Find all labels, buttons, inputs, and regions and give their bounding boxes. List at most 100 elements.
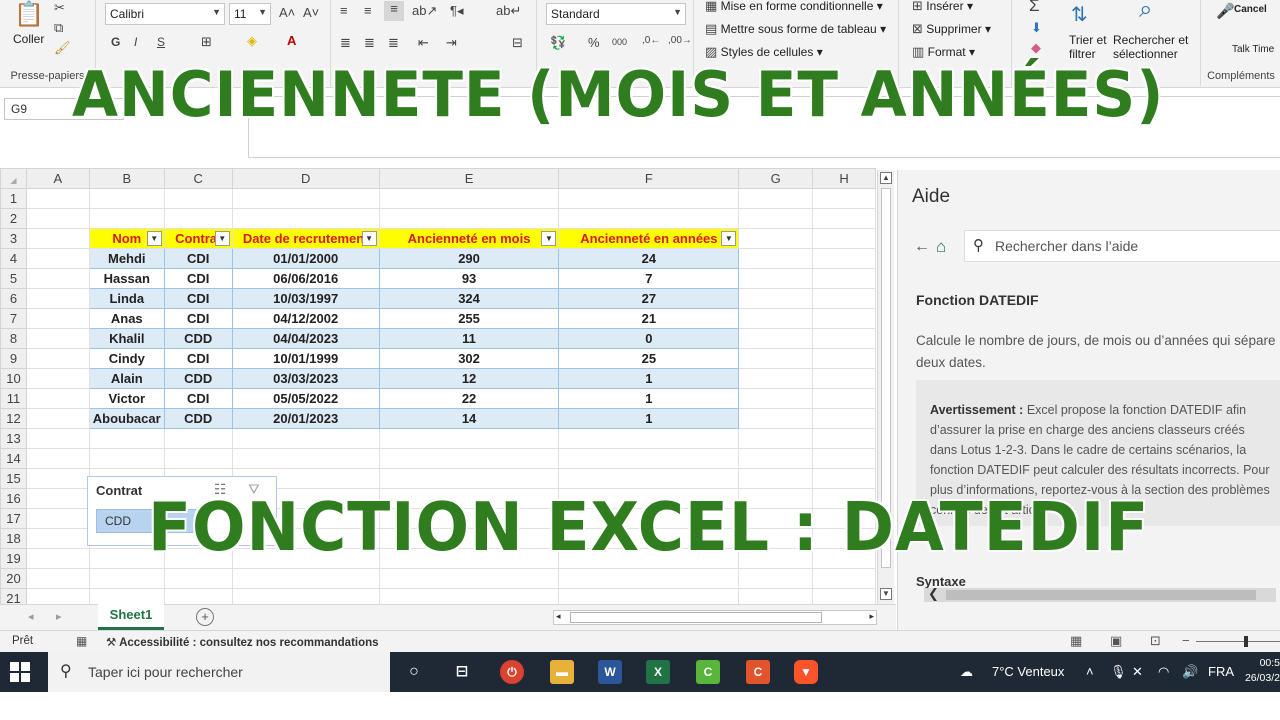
windows-start-icon[interactable] xyxy=(10,662,30,682)
table-cell[interactable]: 04/04/2023 xyxy=(231,328,380,349)
row-header[interactable]: 6 xyxy=(0,288,27,309)
grid-cell[interactable] xyxy=(25,568,90,589)
table-header-cell[interactable]: Nom ▼ xyxy=(88,228,165,249)
filter-dropdown-icon[interactable]: ▼ xyxy=(146,231,162,246)
row-header[interactable]: 8 xyxy=(0,328,27,349)
row-header[interactable]: 12 xyxy=(0,408,27,429)
table-header-cell[interactable]: Contrat ▼ xyxy=(163,228,233,249)
grid-cell[interactable] xyxy=(812,288,876,309)
table-cell[interactable]: CDI xyxy=(163,308,233,329)
table-cell[interactable]: CDI xyxy=(163,288,233,309)
orientation-icon[interactable]: ab↗ xyxy=(412,3,437,19)
insert-button[interactable]: ⊞ Insérer ▾ xyxy=(912,0,973,14)
align-left-icon[interactable]: ≣ xyxy=(340,35,351,51)
row-header[interactable]: 21 xyxy=(0,588,27,604)
grid-cell[interactable] xyxy=(738,368,814,389)
grid-cell[interactable] xyxy=(812,388,876,409)
grid-cell[interactable] xyxy=(25,468,90,489)
excel-icon[interactable]: X xyxy=(646,660,670,684)
table-cell[interactable]: Cindy xyxy=(88,348,165,369)
number-format-select[interactable]: Standard ▼ xyxy=(546,3,686,25)
row-header[interactable]: 16 xyxy=(0,488,27,509)
table-cell[interactable]: CDI xyxy=(163,348,233,369)
home-icon[interactable]: ⌂ xyxy=(936,237,946,257)
grid-cell[interactable] xyxy=(88,448,165,469)
row-header[interactable]: 7 xyxy=(0,308,27,329)
grid-cell[interactable] xyxy=(812,308,876,329)
grid-cell[interactable] xyxy=(738,588,814,604)
table-cell[interactable]: 27 xyxy=(558,288,740,309)
grid-cell[interactable] xyxy=(738,428,814,449)
table-cell[interactable]: 255 xyxy=(378,308,560,329)
zoom-out-icon[interactable]: − xyxy=(1182,633,1190,648)
filter-dropdown-icon[interactable]: ▼ xyxy=(541,231,557,246)
table-cell[interactable]: 24 xyxy=(558,248,740,269)
row-header[interactable]: 13 xyxy=(0,428,27,449)
decrease-decimal-icon[interactable]: ,00→ xyxy=(668,35,692,46)
grid-cell[interactable] xyxy=(163,208,233,229)
column-header[interactable]: C xyxy=(163,168,233,189)
cancel-button[interactable]: Cancel xyxy=(1234,4,1267,15)
taskbar-search[interactable]: ⚲ Taper ici pour rechercher xyxy=(48,652,390,692)
wrap-text-icon[interactable]: ab↵ xyxy=(496,3,521,19)
font-color-icon[interactable]: A xyxy=(287,33,296,48)
grid-cell[interactable] xyxy=(25,548,90,569)
row-header[interactable]: 5 xyxy=(0,268,27,289)
grid-cell[interactable] xyxy=(812,268,876,289)
table-cell[interactable]: 25 xyxy=(558,348,740,369)
cut-icon[interactable]: ✂ xyxy=(54,0,65,16)
grid-cell[interactable] xyxy=(231,568,380,589)
table-cell[interactable]: Alain xyxy=(88,368,165,389)
select-all-corner[interactable]: ◢ xyxy=(0,168,27,189)
help-search-input[interactable]: ⚲ Rechercher dans l’aide xyxy=(964,230,1280,262)
accessibility-status[interactable]: ⚒ Accessibilité : consultez nos recomman… xyxy=(106,635,379,649)
grid-cell[interactable] xyxy=(25,208,90,229)
grid-cell[interactable] xyxy=(812,588,876,604)
filter-dropdown-icon[interactable]: ▼ xyxy=(214,231,230,246)
table-cell[interactable]: 302 xyxy=(378,348,560,369)
grid-cell[interactable] xyxy=(738,188,814,209)
align-top-icon[interactable]: ≡ xyxy=(340,3,348,18)
language-indicator[interactable]: FRA xyxy=(1208,664,1234,679)
conditional-format-button[interactable]: ▦ Mise en forme conditionnelle ▾ xyxy=(705,0,883,14)
grid-cell[interactable] xyxy=(378,208,560,229)
row-header[interactable]: 17 xyxy=(0,508,27,529)
grid-cell[interactable] xyxy=(25,448,90,469)
table-header-cell[interactable]: Date de recrutement ▼ xyxy=(231,228,380,249)
table-cell[interactable]: 01/01/2000 xyxy=(231,248,380,269)
column-header[interactable]: F xyxy=(558,168,740,189)
font-name-select[interactable]: Calibri ▼ xyxy=(105,3,225,25)
task-view-icon[interactable]: ⊟ xyxy=(450,660,474,684)
table-cell[interactable]: 11 xyxy=(378,328,560,349)
clear-icon[interactable]: ◆ xyxy=(1031,40,1041,56)
table-cell[interactable]: 21 xyxy=(558,308,740,329)
align-middle-icon[interactable]: ≡ xyxy=(364,3,372,18)
font-size-select[interactable]: 11 ▼ xyxy=(229,3,271,25)
grid-cell[interactable] xyxy=(25,488,90,509)
sort-filter-button[interactable]: Trier et filtrer xyxy=(1069,33,1107,61)
camtasia-orange-icon[interactable]: C xyxy=(746,660,770,684)
table-cell[interactable]: CDI xyxy=(163,248,233,269)
grid-cell[interactable] xyxy=(25,268,90,289)
grid-cell[interactable] xyxy=(25,388,90,409)
scroll-left-icon[interactable]: ❮ xyxy=(928,586,939,602)
grid-cell[interactable] xyxy=(558,448,740,469)
mic-tray-icon[interactable]: 🎙 xyxy=(1110,664,1127,680)
microphone-icon[interactable]: 🎤 xyxy=(1216,2,1235,20)
table-cell[interactable]: CDD xyxy=(163,328,233,349)
row-header[interactable]: 2 xyxy=(0,208,27,229)
help-scroll-thumb[interactable] xyxy=(946,590,1256,600)
row-header[interactable]: 3 xyxy=(0,228,27,249)
grid-cell[interactable] xyxy=(88,588,165,604)
table-cell[interactable]: Aboubacar xyxy=(88,408,165,429)
format-as-table-button[interactable]: ▤ Mettre sous forme de tableau ▾ xyxy=(705,21,886,37)
grid-cell[interactable] xyxy=(378,468,560,489)
grid-cell[interactable] xyxy=(231,428,380,449)
grid-cell[interactable] xyxy=(738,268,814,289)
table-cell[interactable]: CDD xyxy=(163,368,233,389)
table-cell[interactable]: 06/06/2016 xyxy=(231,268,380,289)
grid-cell[interactable] xyxy=(812,248,876,269)
paste-icon[interactable]: 📋 xyxy=(14,0,44,29)
grid-cell[interactable] xyxy=(738,348,814,369)
grow-font-icon[interactable]: A˄ xyxy=(279,5,295,20)
